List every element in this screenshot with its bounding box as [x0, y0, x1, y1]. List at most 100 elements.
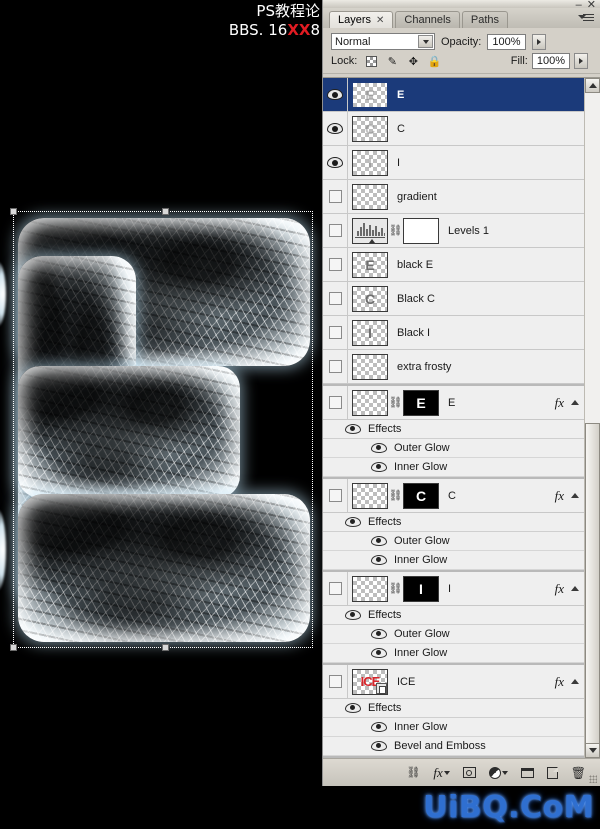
- effects-group-header[interactable]: Effects: [323, 420, 584, 439]
- transform-handle-bottom-left[interactable]: [10, 644, 17, 651]
- eye-icon[interactable]: [345, 517, 361, 527]
- expand-collapse-icon[interactable]: [571, 400, 579, 405]
- layer-thumbnail[interactable]: [352, 183, 388, 210]
- table-row[interactable]: ⛓ Levels 1: [323, 214, 584, 248]
- expand-collapse-icon[interactable]: [571, 679, 579, 684]
- table-row[interactable]: C Black C: [323, 282, 584, 316]
- new-adjustment-layer-icon[interactable]: [488, 766, 508, 779]
- table-row[interactable]: E E: [323, 78, 584, 112]
- chevron-down-icon[interactable]: [418, 35, 433, 48]
- transform-selection-box[interactable]: [10, 208, 313, 651]
- link-icon[interactable]: ⛓: [389, 224, 403, 237]
- fx-badge-icon[interactable]: fx: [555, 581, 564, 597]
- link-icon[interactable]: ⛓: [389, 489, 403, 502]
- eye-icon[interactable]: [371, 741, 387, 751]
- layer-visibility-toggle[interactable]: [323, 282, 348, 315]
- layer-mask-thumbnail[interactable]: E: [403, 389, 439, 416]
- fx-badge-icon[interactable]: fx: [555, 395, 564, 411]
- expand-collapse-icon[interactable]: [571, 586, 579, 591]
- tab-paths[interactable]: Paths: [461, 11, 509, 28]
- list-item[interactable]: Bevel and Emboss: [323, 737, 584, 756]
- layer-mask-thumbnail[interactable]: C: [403, 482, 439, 509]
- delete-layer-icon[interactable]: 🗑: [571, 766, 586, 780]
- eye-icon[interactable]: [371, 462, 387, 472]
- link-layers-icon[interactable]: ⛓: [406, 766, 420, 779]
- add-layer-mask-icon[interactable]: [462, 767, 476, 778]
- layer-thumbnail[interactable]: [352, 389, 388, 416]
- lock-all-icon[interactable]: 🔒: [427, 54, 441, 68]
- tab-channels[interactable]: Channels: [395, 11, 460, 28]
- eye-icon[interactable]: [345, 424, 361, 434]
- scroll-down-button[interactable]: [585, 743, 600, 758]
- table-row[interactable]: ⛓ C C fx: [323, 479, 584, 513]
- layer-thumbnail[interactable]: C: [352, 285, 388, 312]
- link-icon[interactable]: ⛓: [389, 396, 403, 409]
- layer-mask-thumbnail[interactable]: [403, 217, 439, 244]
- table-row[interactable]: ICE ICE fx: [323, 665, 584, 699]
- layer-visibility-toggle[interactable]: [323, 180, 348, 213]
- list-item[interactable]: Inner Glow: [323, 644, 584, 663]
- layer-visibility-toggle[interactable]: [323, 350, 348, 383]
- fill-input[interactable]: 100%: [531, 53, 570, 69]
- fx-badge-icon[interactable]: fx: [555, 674, 564, 690]
- eye-icon[interactable]: [345, 610, 361, 620]
- layer-visibility-toggle[interactable]: [323, 112, 348, 145]
- new-group-icon[interactable]: [520, 767, 534, 778]
- layer-visibility-toggle[interactable]: [323, 214, 348, 247]
- opacity-slider-arrow-icon[interactable]: [531, 33, 546, 50]
- opacity-input[interactable]: 100%: [487, 33, 526, 50]
- layer-thumbnail[interactable]: E: [352, 251, 388, 278]
- scrollbar-thumb[interactable]: [585, 423, 600, 748]
- transform-handle-top-center[interactable]: [162, 208, 169, 215]
- effects-group-header[interactable]: Effects: [323, 699, 584, 718]
- table-row[interactable]: C C: [323, 112, 584, 146]
- layer-visibility-toggle[interactable]: [323, 316, 348, 349]
- scroll-up-button[interactable]: [585, 78, 600, 93]
- table-row[interactable]: ⛓ I I fx: [323, 572, 584, 606]
- fill-slider-arrow-icon[interactable]: [574, 53, 588, 69]
- panel-menu-icon[interactable]: [578, 10, 595, 25]
- tab-close-icon[interactable]: ✕: [376, 15, 384, 26]
- table-row[interactable]: ⛓ E E fx: [323, 386, 584, 420]
- layer-thumbnail[interactable]: C: [352, 115, 388, 142]
- layer-visibility-toggle[interactable]: [323, 665, 348, 698]
- layer-thumbnail[interactable]: [352, 575, 388, 602]
- table-row[interactable]: E black E: [323, 248, 584, 282]
- list-item[interactable]: Inner Glow: [323, 718, 584, 737]
- eye-icon[interactable]: [371, 629, 387, 639]
- lock-transparency-icon[interactable]: [364, 54, 378, 68]
- effects-group-header[interactable]: Effects: [323, 606, 584, 625]
- eye-icon[interactable]: [371, 648, 387, 658]
- layer-visibility-toggle[interactable]: [323, 78, 348, 111]
- lock-image-icon[interactable]: ✎: [385, 54, 399, 68]
- layer-visibility-toggle[interactable]: [323, 248, 348, 281]
- layer-style-fx-icon[interactable]: fx: [433, 765, 450, 781]
- table-row[interactable]: gradient: [323, 180, 584, 214]
- document-canvas[interactable]: PS教程论 BBS. 16XX8: [0, 0, 322, 829]
- layer-thumbnail[interactable]: I: [352, 149, 388, 176]
- layer-list-scrollbar[interactable]: [584, 78, 600, 758]
- tab-layers[interactable]: Layers ✕: [329, 11, 394, 28]
- layer-visibility-toggle[interactable]: [323, 479, 348, 512]
- transform-handle-bottom-center[interactable]: [162, 644, 169, 651]
- expand-collapse-icon[interactable]: [571, 493, 579, 498]
- fx-badge-icon[interactable]: fx: [555, 488, 564, 504]
- eye-icon[interactable]: [371, 722, 387, 732]
- resize-grip[interactable]: [589, 775, 597, 783]
- layer-visibility-toggle[interactable]: [323, 386, 348, 419]
- transform-handle-top-left[interactable]: [10, 208, 17, 215]
- table-row[interactable]: extra frosty: [323, 350, 584, 384]
- eye-icon[interactable]: [345, 703, 361, 713]
- layer-thumbnail[interactable]: E: [351, 80, 389, 109]
- layer-mask-thumbnail[interactable]: I: [403, 575, 439, 602]
- layer-thumbnail[interactable]: ICE: [352, 668, 388, 695]
- layer-thumbnail[interactable]: I: [352, 319, 388, 346]
- eye-icon[interactable]: [371, 443, 387, 453]
- list-item[interactable]: Outer Glow: [323, 625, 584, 644]
- effects-group-header[interactable]: Effects: [323, 513, 584, 532]
- layer-thumbnail[interactable]: [352, 353, 388, 380]
- table-row[interactable]: I I: [323, 146, 584, 180]
- blend-mode-select[interactable]: Normal: [331, 33, 435, 50]
- eye-icon[interactable]: [371, 536, 387, 546]
- list-item[interactable]: Outer Glow: [323, 532, 584, 551]
